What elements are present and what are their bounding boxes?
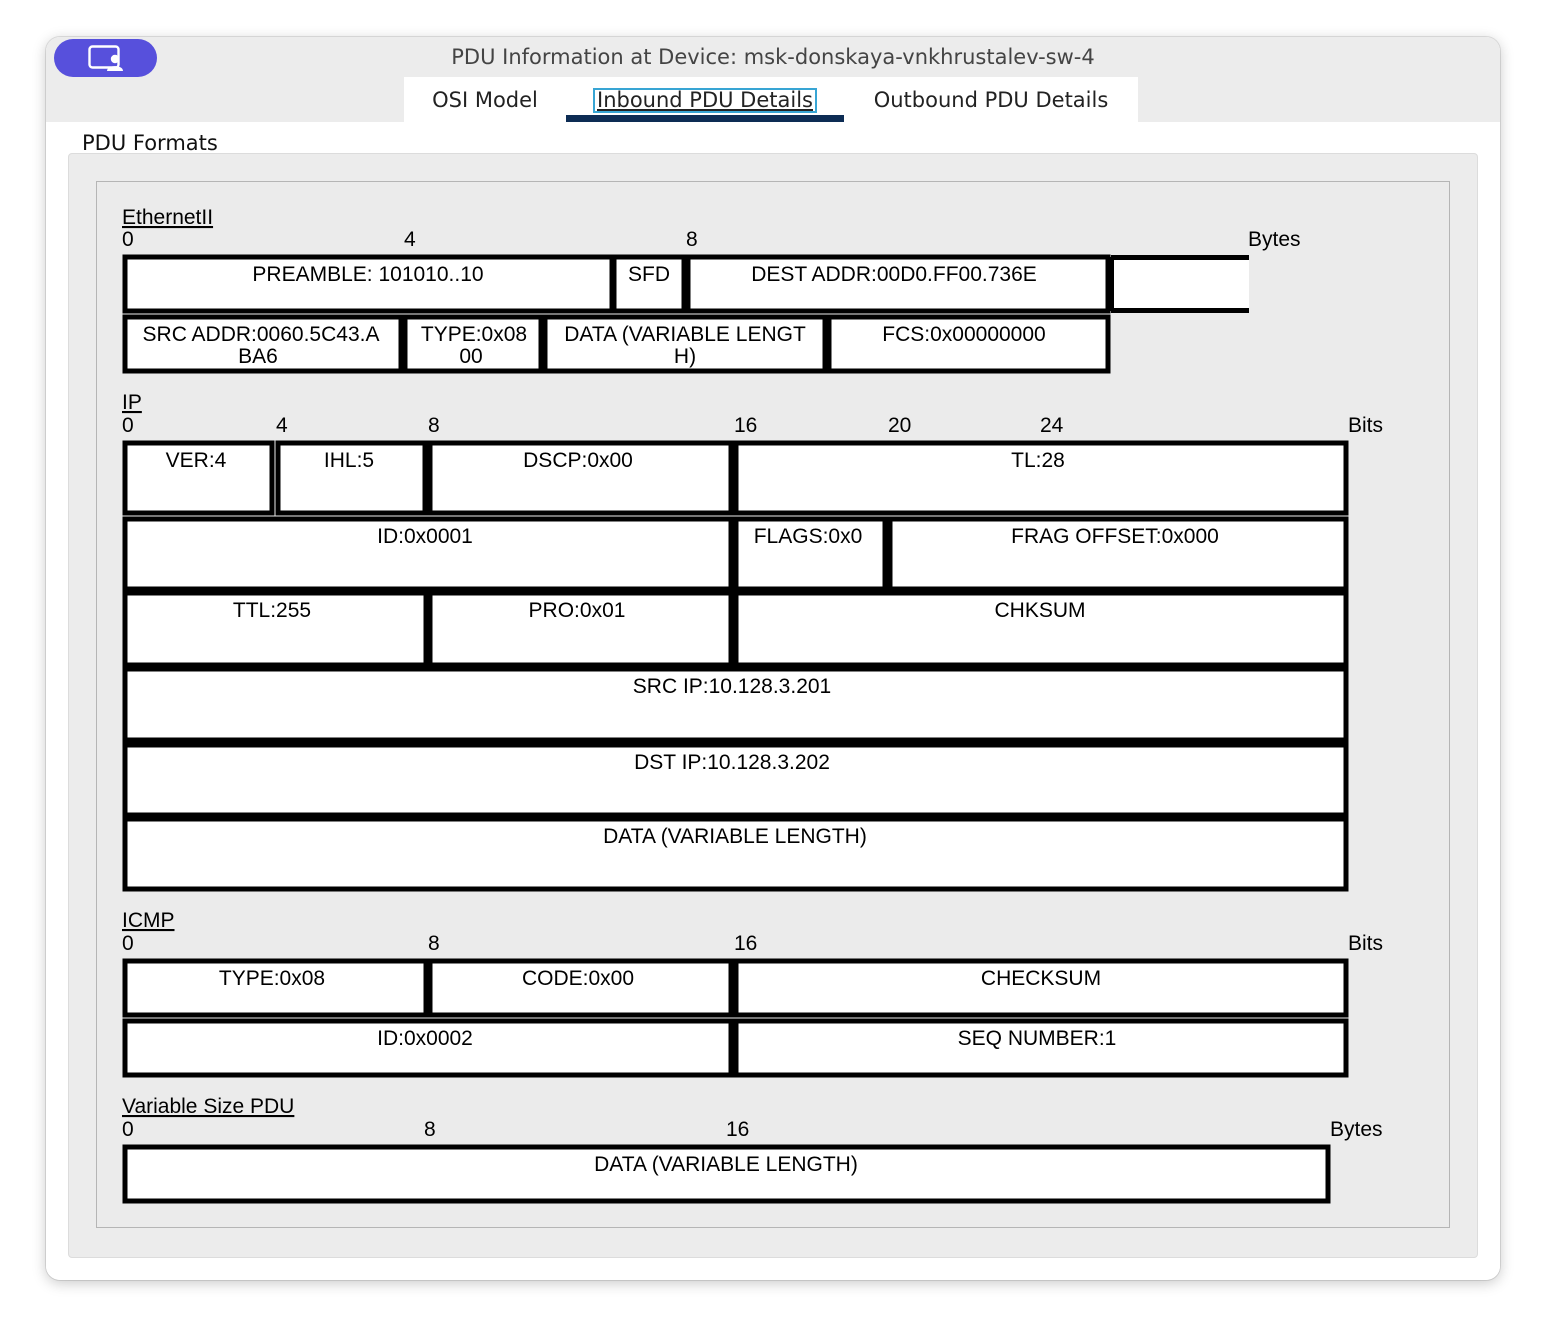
- ip-pro-label: PRO:0x01: [529, 599, 626, 622]
- variable-pdu-scale-0: 0: [122, 1118, 134, 1141]
- ethernet-type-label-line1: TYPE:0x08: [421, 323, 527, 346]
- ip-ver-label: VER:4: [166, 449, 227, 472]
- title-bar: PDU Information at Device: msk-donskaya-…: [46, 37, 1500, 77]
- selected-tab-indicator: [566, 115, 844, 122]
- pdu-formats-group: EthernetII 0 4 8 Bytes PREAMBLE: 101010.…: [68, 153, 1478, 1258]
- pdu-formats-diagram: EthernetII 0 4 8 Bytes PREAMBLE: 101010.…: [96, 181, 1450, 1228]
- pdu-diagram-canvas: EthernetII 0 4 8 Bytes PREAMBLE: 101010.…: [122, 206, 1383, 1204]
- variable-pdu-scale-16: 16: [726, 1118, 749, 1141]
- pdu-information-window: PDU Information at Device: msk-donskaya-…: [46, 37, 1500, 1280]
- ip-scale-24: 24: [1040, 414, 1064, 437]
- ethernet-fcs-label: FCS:0x00000000: [882, 323, 1045, 346]
- ip-flags-label: FLAGS:0x0: [754, 525, 863, 548]
- tab-outbound-pdu-details[interactable]: Outbound PDU Details: [844, 77, 1138, 122]
- variable-pdu-section: Variable Size PDU 0 8 16 Bytes DATA (VAR…: [122, 1095, 1383, 1204]
- ip-src-ip-label: SRC IP:10.128.3.201: [633, 675, 831, 698]
- ethernet-unit: Bytes: [1248, 228, 1301, 251]
- ethernet-scale-8: 8: [686, 228, 698, 251]
- ip-dst-ip-label: DST IP:10.128.3.202: [634, 751, 830, 774]
- ip-data-label: DATA (VARIABLE LENGTH): [603, 825, 867, 848]
- ip-scale-0: 0: [122, 414, 134, 437]
- pdu-formats-label: PDU Formats: [82, 131, 218, 155]
- ethernet-scale-4: 4: [404, 228, 416, 251]
- ethernet-scale-0: 0: [122, 228, 134, 251]
- icmp-unit: Bits: [1348, 932, 1383, 955]
- ip-frag-offset-label: FRAG OFFSET:0x000: [1011, 525, 1219, 548]
- icmp-code-label: CODE:0x00: [522, 967, 634, 990]
- ip-header-title: IP: [122, 391, 142, 414]
- ethernet-dest-addr-label: DEST ADDR:00D0.FF00.736E: [751, 263, 1037, 286]
- variable-pdu-header-title: Variable Size PDU: [122, 1095, 294, 1118]
- ip-tl-label: TL:28: [1011, 449, 1065, 472]
- icmp-type-label: TYPE:0x08: [219, 967, 325, 990]
- ethernet-data-label-line1: DATA (VARIABLE LENGT: [564, 323, 806, 346]
- ethernet-src-addr-label-line1: SRC ADDR:0060.5C43.A: [143, 323, 380, 346]
- ip-scale-8: 8: [428, 414, 440, 437]
- ethernet-data-label-line2: H): [674, 345, 696, 368]
- ethernet-sfd-label: SFD: [628, 263, 670, 286]
- icmp-scale-8: 8: [428, 932, 440, 955]
- icmp-id-label: ID:0x0002: [377, 1027, 473, 1050]
- variable-pdu-unit: Bytes: [1330, 1118, 1383, 1141]
- ip-scale-20: 20: [888, 414, 911, 437]
- ethernet-type-label-line2: 00: [459, 345, 482, 368]
- icmp-checksum-label: CHECKSUM: [981, 967, 1101, 990]
- tab-bar: OSI Model Inbound PDU Details Outbound P…: [46, 77, 1500, 122]
- ip-scale-4: 4: [276, 414, 288, 437]
- ip-id-label: ID:0x0001: [377, 525, 473, 548]
- app-switch-button[interactable]: [54, 39, 157, 77]
- icmp-header-title: ICMP: [122, 909, 175, 932]
- ip-ttl-label: TTL:255: [233, 599, 311, 622]
- ethernet-header-title: EthernetII: [122, 206, 213, 229]
- ethernet-src-addr-label-line2: BA6: [238, 345, 278, 368]
- ip-chksum-label: CHKSUM: [994, 599, 1085, 622]
- user-screen-icon: [88, 45, 123, 71]
- icmp-seq-number-label: SEQ NUMBER:1: [958, 1027, 1117, 1050]
- icmp-section: ICMP 0 8 16 Bits TYPE:0x08 CODE:0x00 CHE…: [122, 909, 1383, 1078]
- ip-unit: Bits: [1348, 414, 1383, 437]
- tab-content: EthernetII 0 4 8 Bytes PREAMBLE: 101010.…: [46, 122, 1500, 1280]
- icmp-scale-16: 16: [734, 932, 757, 955]
- ip-section: IP 0 4 8 16 20 24 Bits VER:4 IHL:5 DSCP:…: [122, 391, 1383, 892]
- ethernet-preamble-label: PREAMBLE: 101010..10: [252, 263, 483, 286]
- ip-scale-16: 16: [734, 414, 757, 437]
- ethernet-field-continuation: [1111, 255, 1249, 313]
- tab-inbound-label: Inbound PDU Details: [593, 88, 817, 113]
- icmp-scale-0: 0: [122, 932, 134, 955]
- ethernet-section: EthernetII 0 4 8 Bytes PREAMBLE: 101010.…: [122, 206, 1301, 374]
- tab-osi-model[interactable]: OSI Model: [404, 77, 566, 122]
- ip-ihl-label: IHL:5: [324, 449, 374, 472]
- variable-pdu-scale-8: 8: [424, 1118, 436, 1141]
- variable-pdu-data-label: DATA (VARIABLE LENGTH): [594, 1153, 858, 1176]
- ip-dscp-label: DSCP:0x00: [523, 449, 633, 472]
- window-title: PDU Information at Device: msk-donskaya-…: [451, 45, 1095, 69]
